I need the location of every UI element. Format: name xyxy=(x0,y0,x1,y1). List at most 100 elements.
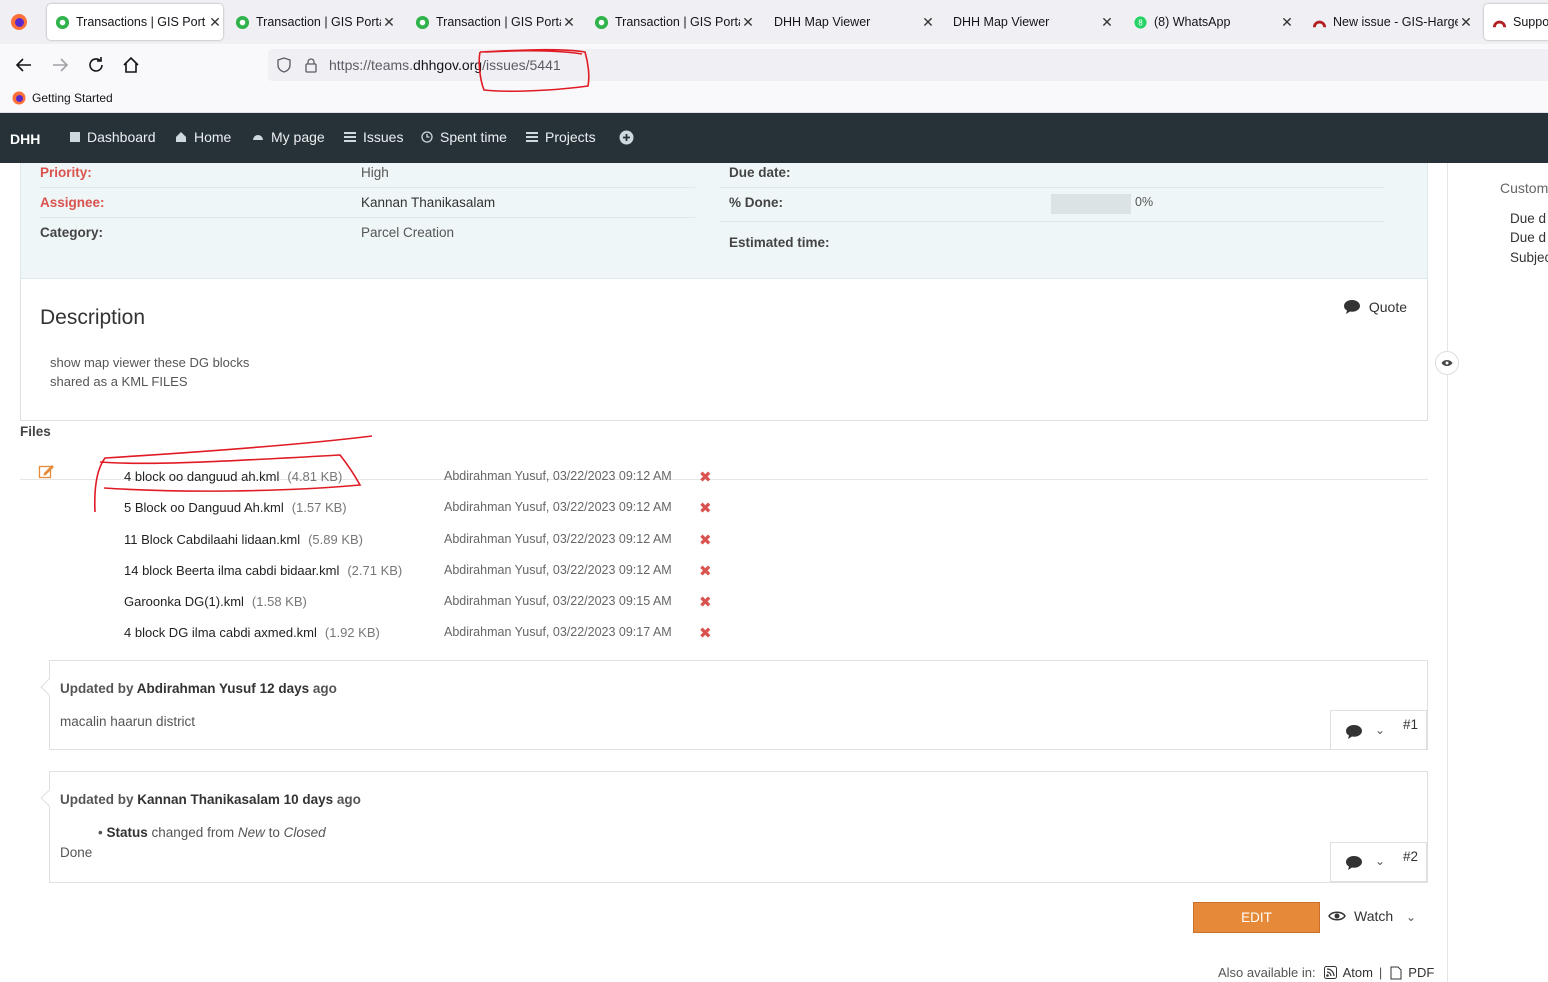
attachment-link[interactable]: 5 Block oo Danguud Ah.kml (1.57 KB) xyxy=(124,500,347,515)
close-tab-icon[interactable]: ✕ xyxy=(207,14,223,31)
attachment-link[interactable]: Garoonka DG(1).kml (1.58 KB) xyxy=(124,594,307,609)
description-line: show map viewer these DG blocks xyxy=(50,355,250,370)
close-tab-icon[interactable]: ✕ xyxy=(1099,14,1115,31)
file-name[interactable]: Garoonka DG(1).kml xyxy=(124,594,244,609)
browser-tab[interactable]: DHH Map Viewer ✕ xyxy=(945,4,1115,40)
file-author-date: Abdirahman Yusuf, 03/22/2023 09:17 AM xyxy=(444,625,672,639)
file-author-date: Abdirahman Yusuf, 03/22/2023 09:12 AM xyxy=(444,563,672,577)
file-name[interactable]: 4 block DG ilma cabdi axmed.kml xyxy=(124,625,317,640)
journal-author[interactable]: Abdirahman Yusuf xyxy=(137,681,256,696)
menu-label: Dashboard xyxy=(87,129,156,145)
forward-icon[interactable] xyxy=(49,54,71,76)
bookmark-getting-started[interactable]: Getting Started xyxy=(12,91,113,105)
chevron-down-icon[interactable]: ⌄ xyxy=(1375,854,1385,868)
menu-label: My page xyxy=(271,129,325,145)
menu-item-home[interactable]: Home xyxy=(175,129,231,145)
gauge-icon xyxy=(253,135,263,140)
sidebar-item[interactable]: Due d xyxy=(1510,211,1546,226)
browser-tab[interactable]: 8 (8) WhatsApp ✕ xyxy=(1125,4,1295,40)
lock-icon[interactable] xyxy=(304,57,318,73)
file-author-date: Abdirahman Yusuf, 03/22/2023 09:15 AM xyxy=(444,594,672,608)
pdf-file-icon xyxy=(1390,966,1402,979)
clock-icon xyxy=(421,131,433,143)
detail-text: to xyxy=(268,825,280,840)
category-label: Category: xyxy=(40,225,104,240)
attachment-link[interactable]: 11 Block Cabdilaahi lidaan.kml (5.89 KB) xyxy=(124,532,363,547)
file-name[interactable]: 14 block Beerta ilma cabdi bidaar.kml xyxy=(124,563,339,578)
sidebar-toggle-eye-icon[interactable] xyxy=(1435,351,1459,375)
comment-icon[interactable] xyxy=(1345,724,1363,740)
chevron-down-icon[interactable]: ⌄ xyxy=(1375,723,1385,737)
journal-header: Updated by Kannan Thanikasalam 10 days a… xyxy=(60,792,361,807)
tab-title: Transaction | GIS Portal xyxy=(615,15,740,29)
home-icon xyxy=(176,132,186,142)
atom-link[interactable]: Atom xyxy=(1343,965,1373,980)
category-value: Parcel Creation xyxy=(361,225,455,240)
edit-button[interactable]: EDIT xyxy=(1193,902,1320,933)
close-tab-icon[interactable]: ✕ xyxy=(381,14,397,31)
delete-icon[interactable]: ✖ xyxy=(699,624,712,642)
journal-prefix: Updated by xyxy=(60,681,134,696)
delete-icon[interactable]: ✖ xyxy=(699,593,712,611)
browser-tab[interactable]: Suppo xyxy=(1484,4,1548,40)
journal-author[interactable]: Kannan Thanikasalam xyxy=(137,792,280,807)
delete-icon[interactable]: ✖ xyxy=(699,468,712,486)
browser-tab[interactable]: Transaction | GIS Portal ✕ xyxy=(586,4,756,40)
delete-icon[interactable]: ✖ xyxy=(699,562,712,580)
pdf-link[interactable]: PDF xyxy=(1408,965,1434,980)
brand-logo[interactable]: DHH xyxy=(10,131,40,147)
journal-number[interactable]: #1 xyxy=(1403,717,1418,732)
back-icon[interactable] xyxy=(13,54,35,76)
list-icon xyxy=(344,132,356,142)
menu-item-my-page[interactable]: My page xyxy=(252,129,325,145)
close-tab-icon[interactable]: ✕ xyxy=(1458,14,1474,31)
gis-portal-icon xyxy=(55,15,70,29)
browser-nav-bar: https://teams.dhhgov.org/issues/5441 xyxy=(0,44,1548,86)
delete-icon[interactable]: ✖ xyxy=(699,531,712,549)
comment-icon xyxy=(1343,300,1360,314)
edit-attachments-icon[interactable] xyxy=(38,463,56,479)
menu-item-issues[interactable]: Issues xyxy=(344,129,403,145)
file-name[interactable]: 11 Block Cabdilaahi lidaan.kml xyxy=(124,532,300,547)
browser-tab[interactable]: DHH Map Viewer ✕ xyxy=(766,4,936,40)
close-tab-icon[interactable]: ✕ xyxy=(740,14,756,31)
comment-icon[interactable] xyxy=(1345,855,1363,871)
close-tab-icon[interactable]: ✕ xyxy=(920,14,936,31)
file-name[interactable]: 5 Block oo Danguud Ah.kml xyxy=(124,500,284,515)
assignee-value[interactable]: Kannan Thanikasalam xyxy=(361,195,495,210)
more-actions-chevron-icon[interactable]: ⌄ xyxy=(1406,910,1416,924)
quote-button[interactable]: Quote xyxy=(1343,299,1407,315)
quote-label: Quote xyxy=(1368,299,1407,315)
url-bar[interactable]: https://teams.dhhgov.org/issues/5441 xyxy=(268,49,1548,81)
firefox-menu-icon[interactable] xyxy=(10,13,28,31)
browser-tab[interactable]: Transactions | GIS Port ✕ xyxy=(47,4,223,40)
close-tab-icon[interactable]: ✕ xyxy=(1279,14,1295,31)
browser-tab[interactable]: New issue - GIS-Hargeisa ✕ xyxy=(1304,4,1474,40)
journal-age[interactable]: 10 days xyxy=(284,792,334,807)
watch-button[interactable]: Watch xyxy=(1328,908,1393,924)
url-text[interactable]: https://teams.dhhgov.org/issues/5441 xyxy=(329,57,561,73)
attachment-link[interactable]: 4 block DG ilma cabdi axmed.kml (1.92 KB) xyxy=(124,625,380,640)
detail-old-value: New xyxy=(237,825,265,840)
sidebar-item[interactable]: Subjec xyxy=(1510,250,1548,265)
add-icon[interactable] xyxy=(619,130,634,145)
reload-icon[interactable] xyxy=(85,54,107,76)
file-name[interactable]: 4 block oo danguud ah.kml xyxy=(124,469,279,484)
sidebar-item[interactable]: Due d xyxy=(1510,230,1546,245)
journal-prefix: Updated by xyxy=(60,792,134,807)
file-size: (1.58 KB) xyxy=(251,594,307,609)
journal-age[interactable]: 12 days xyxy=(260,681,310,696)
menu-item-dashboard[interactable]: Dashboard xyxy=(70,129,156,145)
attachment-link[interactable]: 14 block Beerta ilma cabdi bidaar.kml (2.… xyxy=(124,563,402,578)
menu-item-projects[interactable]: Projects xyxy=(526,129,596,145)
browser-tab[interactable]: Transaction | GIS Portal ✕ xyxy=(227,4,397,40)
browser-tab[interactable]: Transaction | GIS Portal ✕ xyxy=(407,4,577,40)
menu-label: Projects xyxy=(545,129,596,145)
menu-item-spent-time[interactable]: Spent time xyxy=(421,129,507,145)
delete-icon[interactable]: ✖ xyxy=(699,499,712,517)
home-icon[interactable] xyxy=(120,54,142,76)
journal-number[interactable]: #2 xyxy=(1403,849,1418,864)
close-tab-icon[interactable]: ✕ xyxy=(561,14,577,31)
shield-icon[interactable] xyxy=(276,57,292,73)
attachment-link[interactable]: 4 block oo danguud ah.kml (4.81 KB) xyxy=(124,469,342,484)
